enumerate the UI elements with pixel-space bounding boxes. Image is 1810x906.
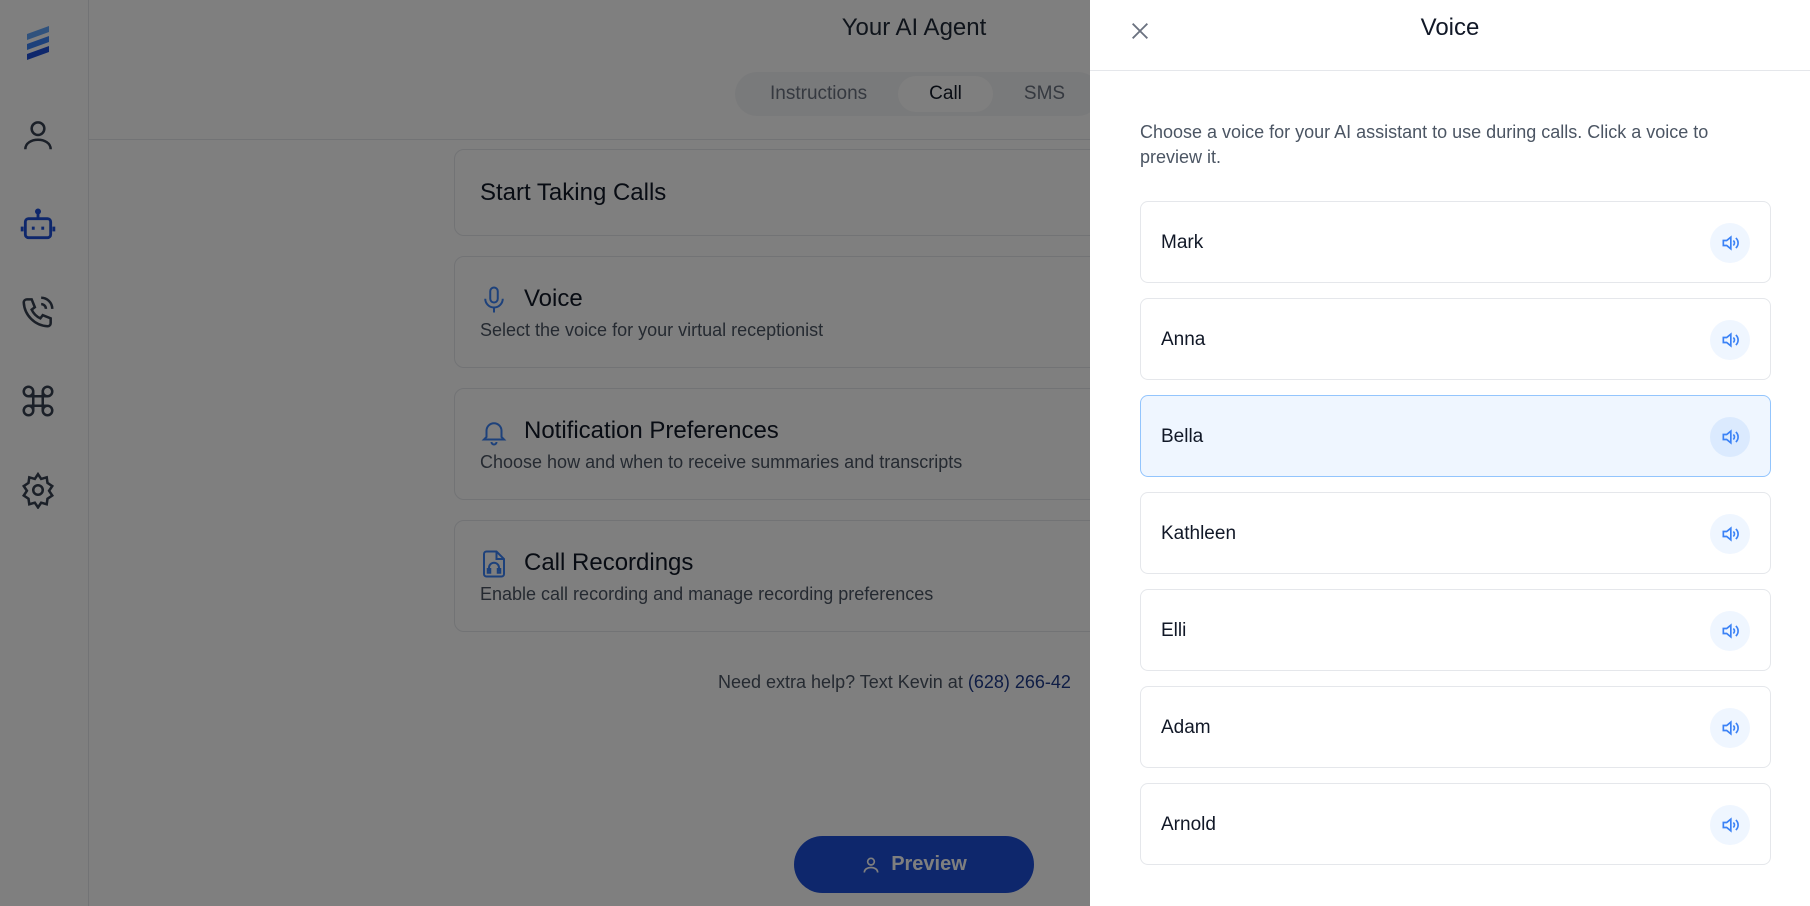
speaker-icon[interactable]: [1710, 223, 1750, 263]
drawer-title: Voice: [1420, 14, 1480, 41]
voice-name: Kathleen: [1161, 523, 1237, 544]
modal-backdrop[interactable]: [0, 0, 1090, 906]
drawer-divider: [1090, 70, 1810, 71]
speaker-icon[interactable]: [1710, 611, 1750, 651]
drawer-description: Choose a voice for your AI assistant to …: [1140, 122, 1709, 167]
voice-name: Adam: [1161, 717, 1211, 738]
speaker-icon[interactable]: [1710, 417, 1750, 457]
voice-name: Elli: [1161, 620, 1187, 641]
speaker-icon[interactable]: [1710, 320, 1750, 360]
voice-option-bella[interactable]: Bella: [1140, 395, 1771, 477]
speaker-icon[interactable]: [1710, 708, 1750, 748]
voice-option-mark[interactable]: Mark: [1140, 201, 1771, 283]
voice-list: Mark Anna Bella Kathleen Elli Adam Arnold: [1140, 201, 1771, 880]
voice-name: Arnold: [1161, 814, 1216, 835]
voice-option-kathleen[interactable]: Kathleen: [1140, 492, 1771, 574]
speaker-icon[interactable]: [1710, 805, 1750, 845]
speaker-icon[interactable]: [1710, 514, 1750, 554]
voice-name: Anna: [1161, 329, 1206, 350]
voice-option-anna[interactable]: Anna: [1140, 298, 1771, 380]
voice-option-adam[interactable]: Adam: [1140, 686, 1771, 768]
voice-drawer: Voice Choose a voice for your AI assista…: [1090, 0, 1810, 906]
voice-name: Bella: [1161, 426, 1204, 447]
voice-option-elli[interactable]: Elli: [1140, 589, 1771, 671]
voice-name: Mark: [1161, 232, 1204, 253]
voice-option-arnold[interactable]: Arnold: [1140, 783, 1771, 865]
